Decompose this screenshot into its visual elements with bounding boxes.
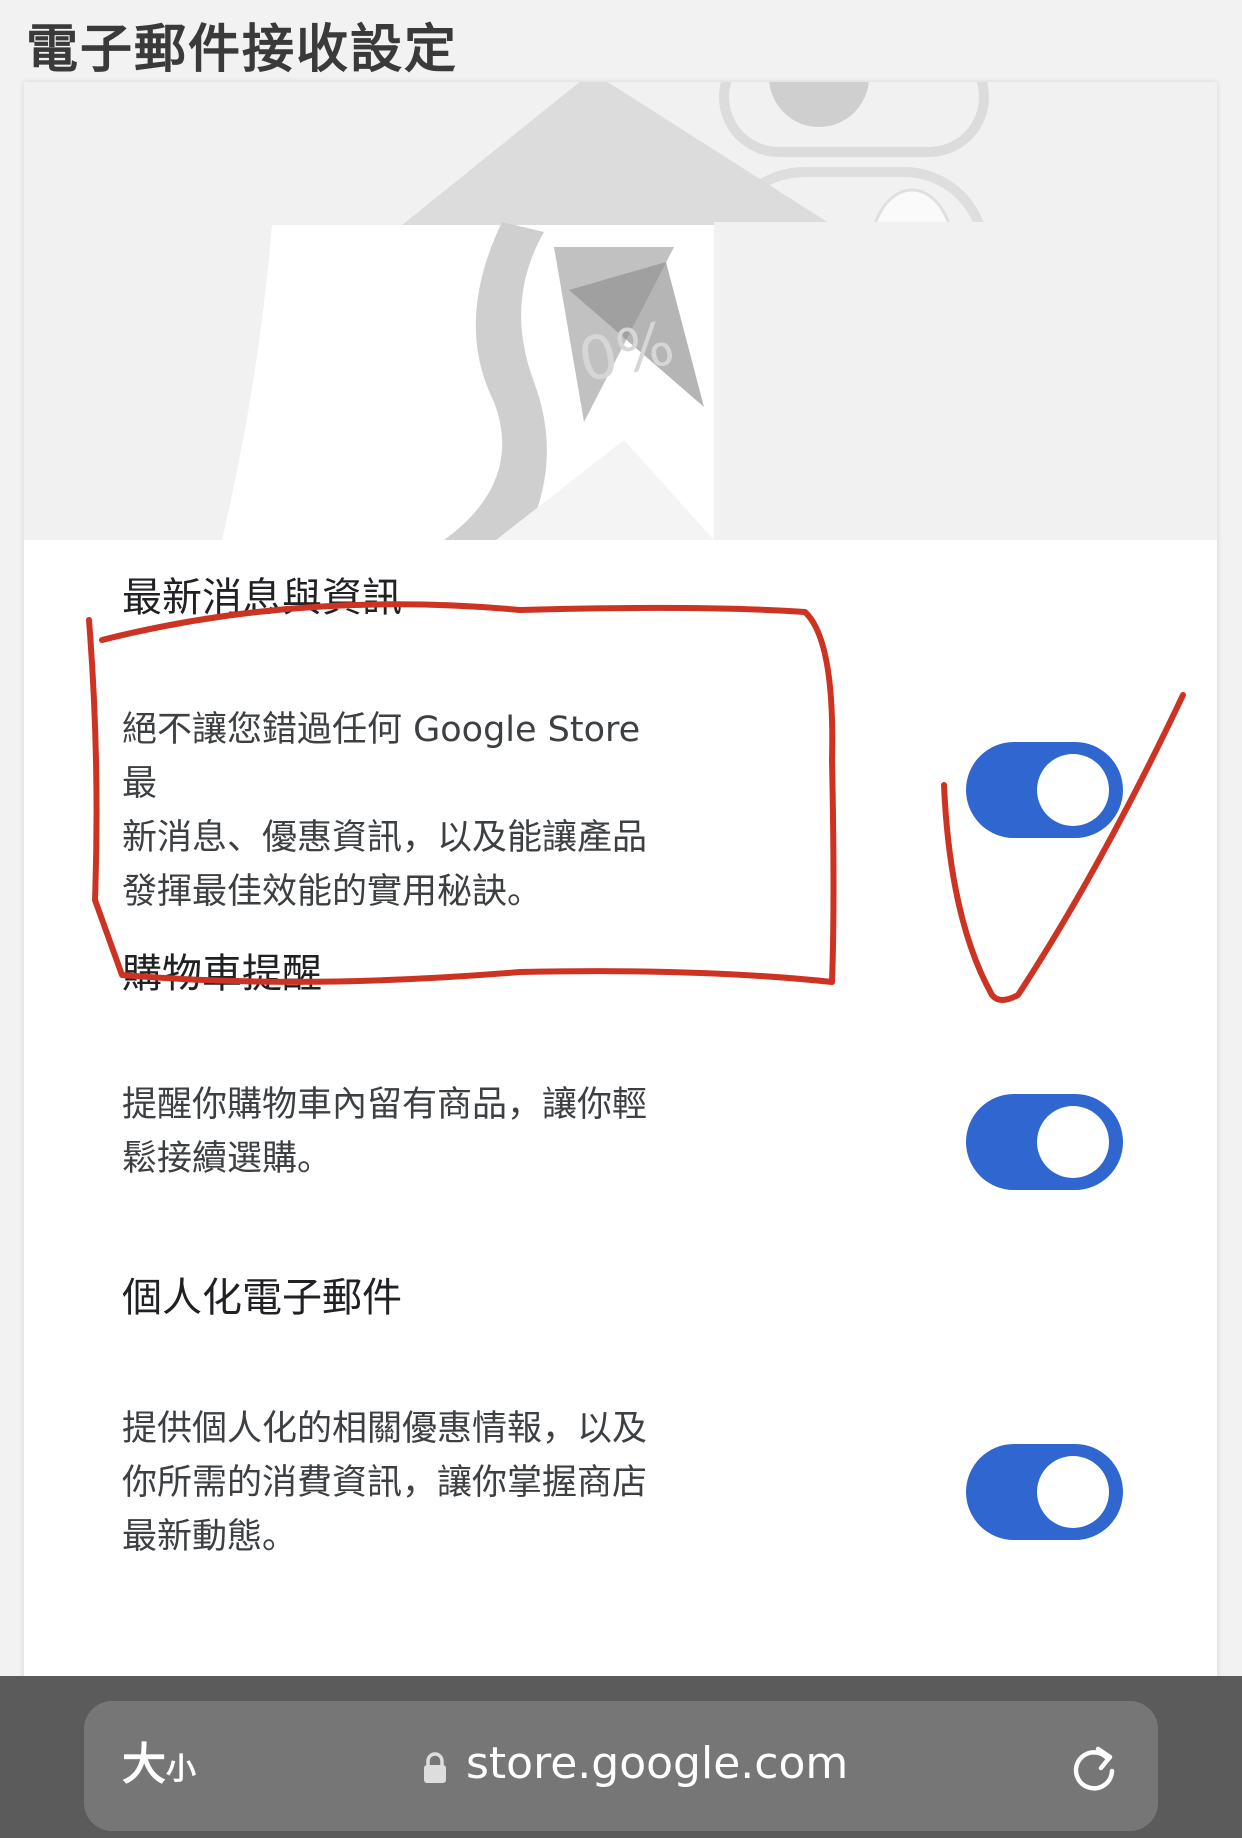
pref-cart-reminder-title: 購物車提醒 [122, 951, 322, 997]
page-title: 電子郵件接收設定 [26, 20, 459, 80]
pref-personalized-line-3: 最新動態。 [122, 1517, 298, 1557]
pref-personalized-title: 個人化電子郵件 [122, 1275, 402, 1321]
toggle-cart-reminder-knob [1037, 1106, 1109, 1178]
url-text: store.google.com [466, 1738, 849, 1789]
address-bar[interactable]: 大小 store.google.com [84, 1701, 1158, 1831]
pref-news-description: 絕不讓您錯過任何 Google Store 最 新消息、優惠資訊，以及能讓產品 … [122, 703, 682, 919]
text-size-large: 大 [122, 1739, 166, 1790]
text-size-button[interactable]: 大小 [122, 1735, 196, 1800]
toggle-news-knob [1037, 754, 1109, 826]
text-size-small: 小 [166, 1752, 196, 1787]
pref-cart-reminder-description: 提醒你購物車內留有商品，讓你輕 鬆接續選購。 [122, 1078, 682, 1186]
pref-news-title: 最新消息與資訊 [122, 575, 402, 621]
toggle-cart-reminder[interactable] [966, 1094, 1123, 1190]
pref-news-line-1: 絕不讓您錯過任何 Google Store 最 [122, 710, 641, 804]
toggle-personalized-knob [1037, 1456, 1109, 1528]
toggle-news[interactable] [966, 742, 1123, 838]
browser-bottom-bar: 大小 store.google.com [0, 1676, 1242, 1838]
pref-cart-reminder-line-2: 鬆接續選購。 [122, 1139, 333, 1179]
lock-icon [424, 1752, 446, 1783]
email-settings-card: 0% 最新消息與資訊 絕不讓您錯過任何 Google Store 最 新消息、優… [24, 82, 1217, 1682]
reload-icon[interactable] [1068, 1741, 1120, 1793]
pref-news-line-2: 新消息、優惠資訊，以及能讓產品 [122, 818, 648, 858]
pref-personalized-line-2: 你所需的消費資訊，讓你掌握商店 [122, 1463, 648, 1503]
pref-news-line-3: 發揮最佳效能的實用秘訣。 [122, 872, 543, 912]
toggle-personalized[interactable] [966, 1444, 1123, 1540]
pref-personalized-line-1: 提供個人化的相關優惠情報，以及 [122, 1409, 648, 1449]
hero-illustration: 0% [24, 82, 1217, 540]
pref-personalized-description: 提供個人化的相關優惠情報，以及 你所需的消費資訊，讓你掌握商店 最新動態。 [122, 1402, 682, 1564]
pref-cart-reminder-line-1: 提醒你購物車內留有商品，讓你輕 [122, 1085, 648, 1125]
